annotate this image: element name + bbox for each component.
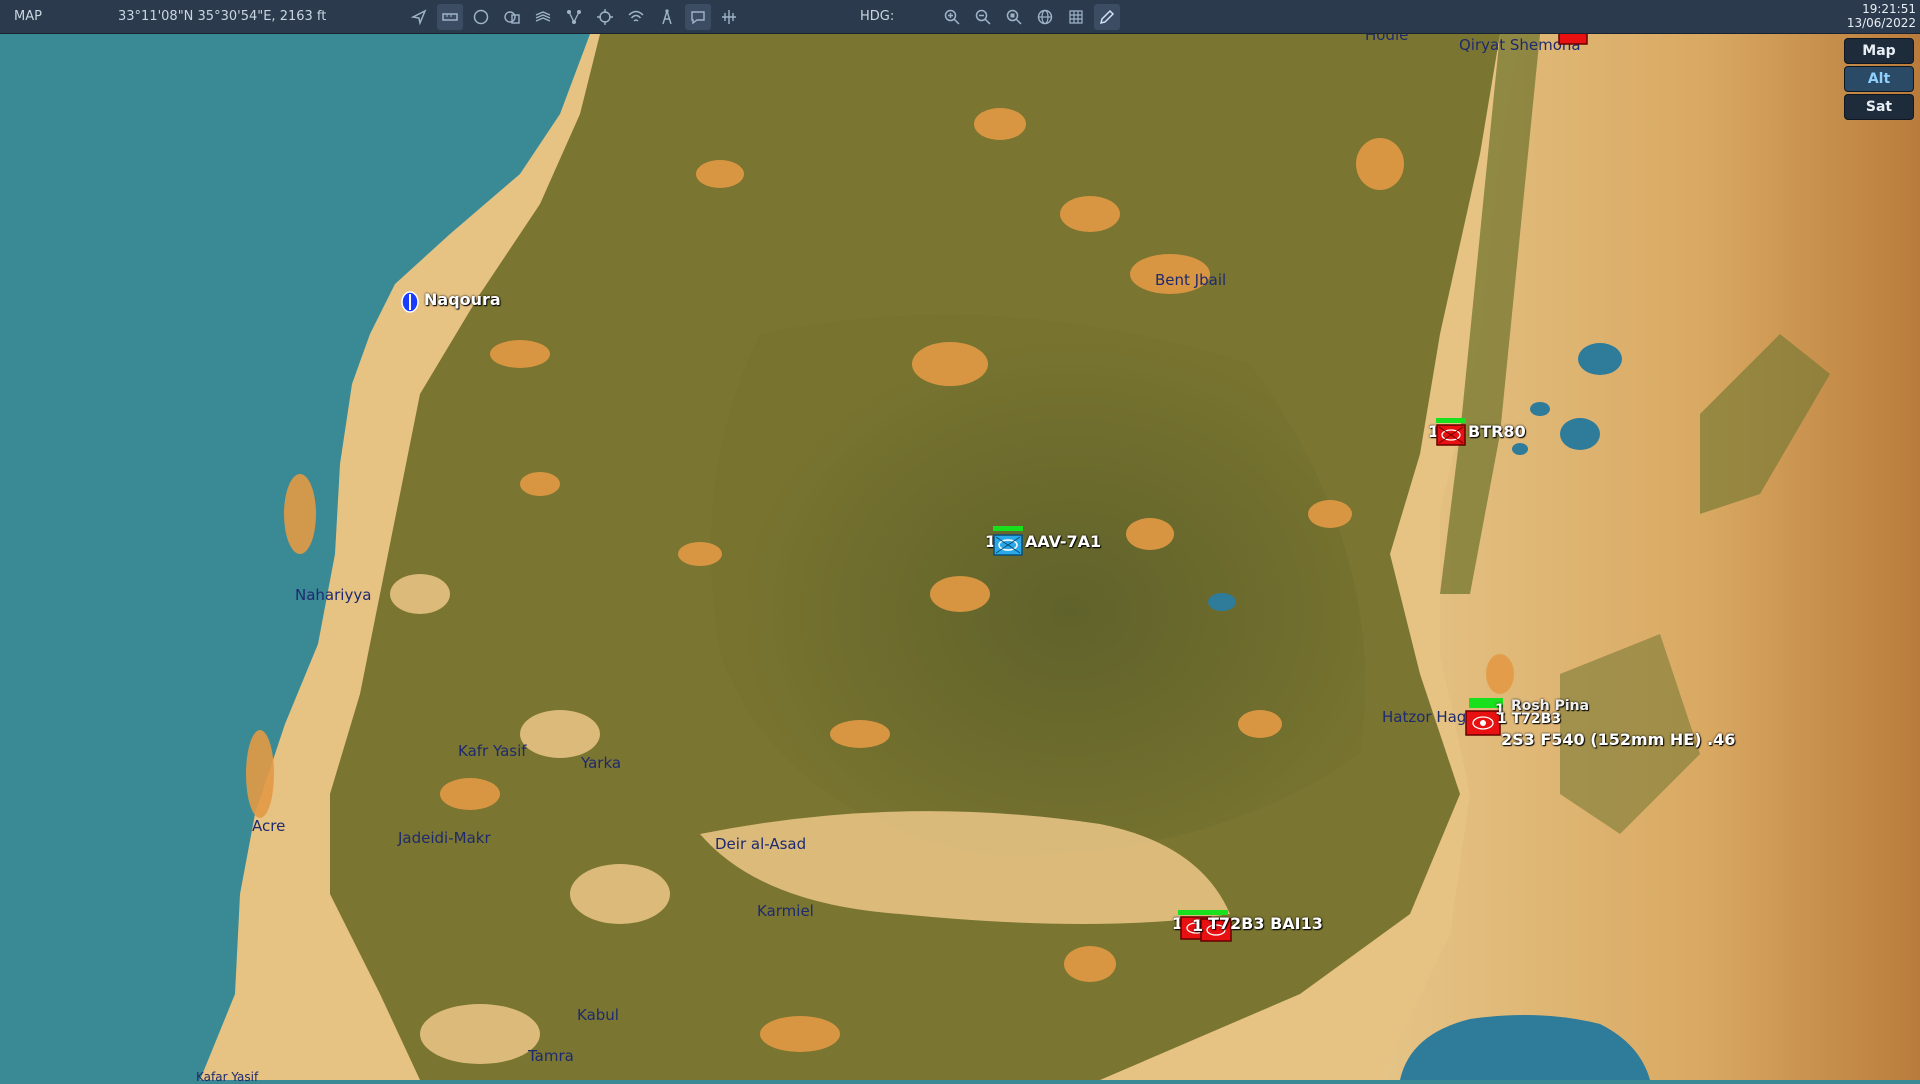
place-bent-jbail: Bent Jbail [1155,271,1227,289]
place-kafar-yasif: Kafar Yasif [196,1070,259,1084]
map-canvas[interactable]: Hodle Qiryat Shemona Bent Jbail Nahariyy… [0,26,1920,1084]
unit-label-2s3: 2S3 F540 (152mm HE) .46 [1501,730,1736,749]
navigate-icon[interactable] [406,4,432,30]
unit-label: T72B3 BAI13 [1208,914,1323,933]
crosshair-icon[interactable] [592,4,618,30]
clock: 19:21:51 13/06/2022 [1847,2,1916,30]
tower-icon[interactable] [654,4,680,30]
place-acre: Acre [252,817,286,835]
unit-count-2: 1 [1192,916,1204,935]
globe-icon[interactable] [1032,4,1058,30]
hostile-armor-icon [1436,424,1466,446]
place-yarka: Yarka [581,754,622,772]
place-nahariyya: Nahariyya [295,586,372,604]
app-label: MAP [14,9,42,24]
top-toolbar: MAP 33°11'08"N 35°30'54"E, 2163 ft HDG: … [0,0,1920,34]
stack-icon[interactable] [530,4,556,30]
circle-icon[interactable] [468,4,494,30]
heading-label: HDG: [860,9,895,24]
health-bar [1436,418,1466,423]
zoom-fit-icon[interactable] [1001,4,1027,30]
signal-icon[interactable] [623,4,649,30]
zoom-in-icon[interactable] [939,4,965,30]
ruler-icon[interactable] [437,4,463,30]
clock-time: 19:21:51 [1862,2,1916,16]
sensor-icon[interactable] [716,4,742,30]
route-icon[interactable] [561,4,587,30]
health-bar [993,526,1023,531]
layer-map-button[interactable]: Map [1844,38,1914,64]
unit-label-t72b3: 1 T72B3 [1497,711,1562,727]
place-hatzor: Hatzor Hag [1382,708,1467,726]
pencil-icon[interactable] [1094,4,1120,30]
place-tamra: Tamra [528,1047,574,1065]
unit-label: BTR80 [1468,422,1526,441]
terrain-layer [0,34,1920,1080]
layer-sat-button[interactable]: Sat [1844,94,1914,120]
place-kafr-yasif: Kafr Yasif [458,742,527,760]
armor-symbol-icon [993,534,1023,556]
clock-date: 13/06/2022 [1846,16,1916,30]
place-kabul: Kabul [577,1006,619,1024]
grid-icon[interactable] [1063,4,1089,30]
unit-label: Naqoura [424,290,501,309]
place-karmiel: Karmiel [757,902,814,920]
unit-label: AAV-7A1 [1025,532,1102,551]
layer-alt-button[interactable]: Alt [1844,66,1914,92]
layers-icon[interactable] [499,4,525,30]
zoom-out-icon[interactable] [970,4,996,30]
friendly-marker-icon [401,291,419,313]
place-deir-al-asad: Deir al-Asad [715,835,807,853]
chat-icon[interactable] [685,4,711,30]
cursor-coordinates: 33°11'08"N 35°30'54"E, 2163 ft [118,9,327,24]
place-jadeidi-makr: Jadeidi-Makr [398,829,491,847]
